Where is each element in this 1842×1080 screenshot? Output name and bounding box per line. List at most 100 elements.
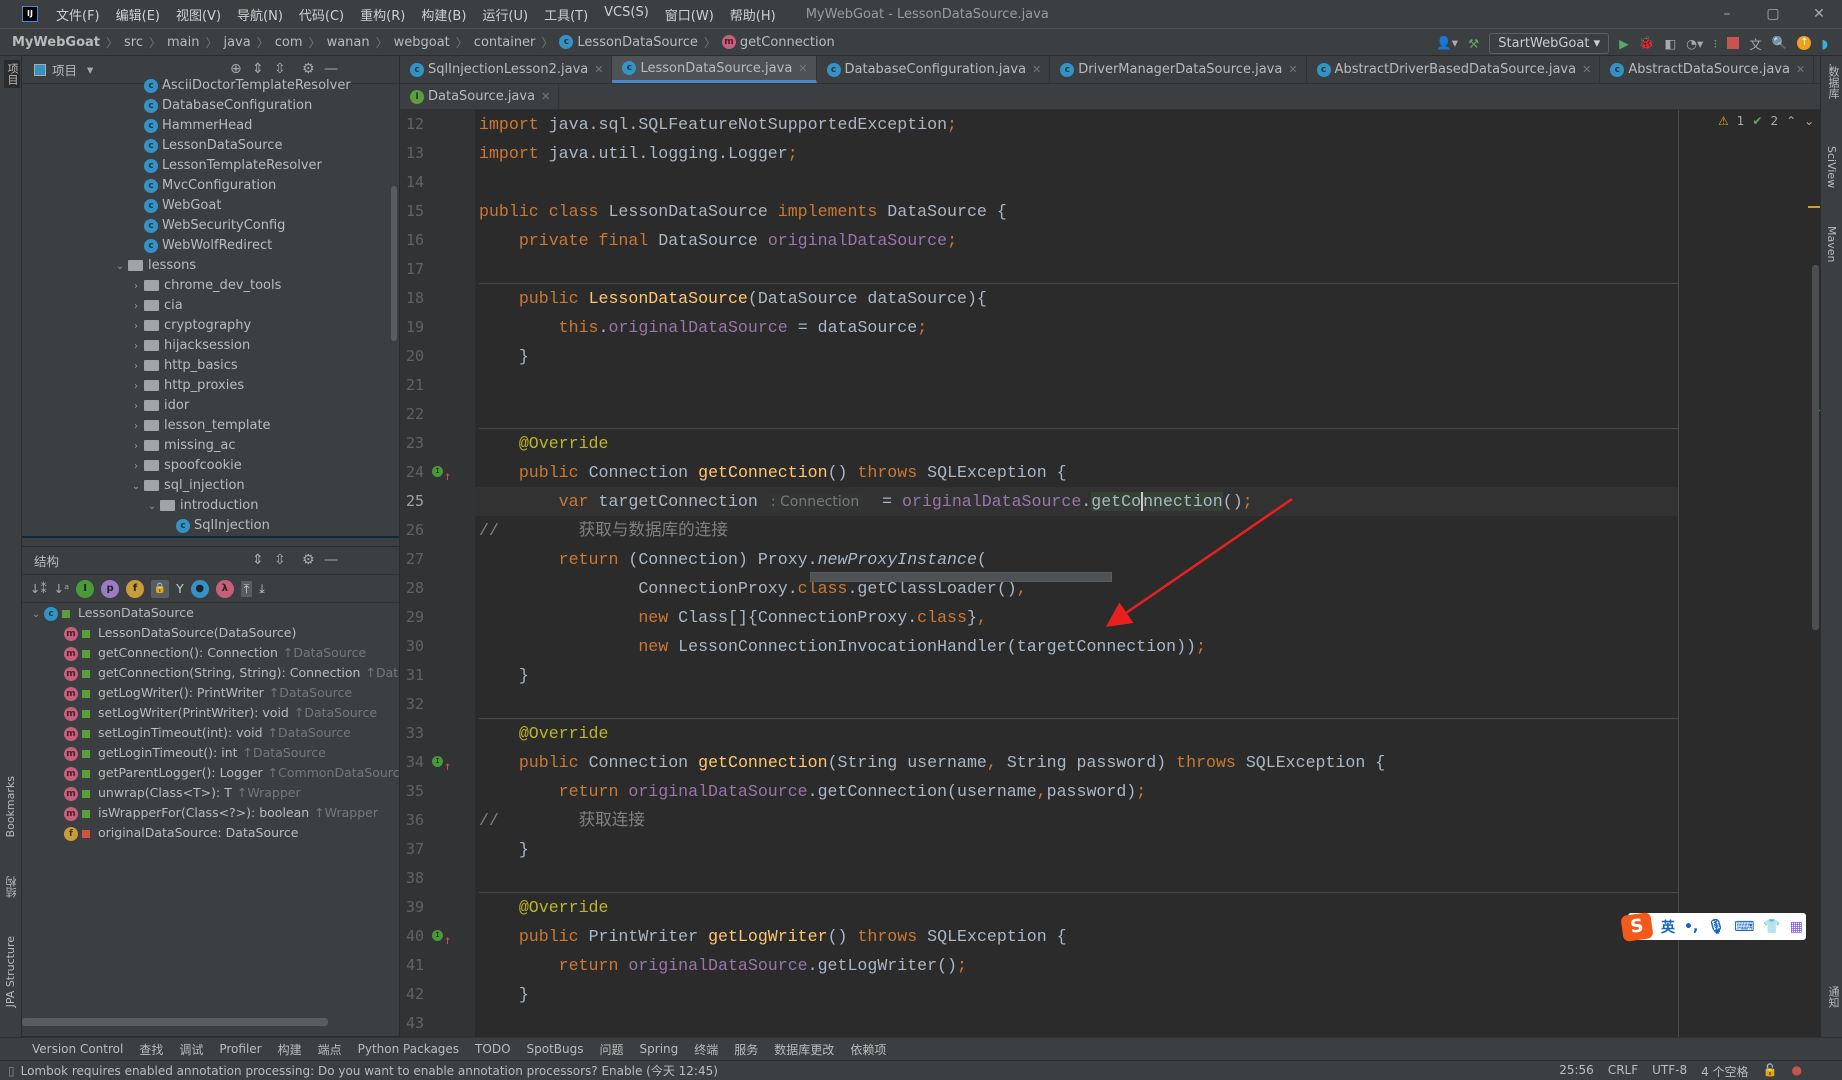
file-encoding[interactable]: UTF-8: [1652, 1063, 1687, 1080]
menu-item[interactable]: 编辑(E): [108, 5, 168, 24]
tree-item[interactable]: ⌄ lessons: [22, 256, 399, 276]
tool-window-button[interactable]: 依赖项: [850, 1041, 886, 1058]
editor-tab[interactable]: c SqlInjectionLesson2.java ✕: [400, 56, 613, 83]
coverage-icon[interactable]: ◧: [1664, 36, 1676, 51]
close-tab-icon[interactable]: ✕: [798, 62, 807, 75]
structure-item[interactable]: m getParentLogger(): Logger ↑CommonDataSou…: [22, 763, 399, 783]
close-window-button[interactable]: ✕: [1796, 0, 1842, 28]
implements-method-icon[interactable]: I: [432, 756, 443, 767]
tree-item[interactable]: cSqlInjectionLesson2: [22, 536, 399, 538]
tree-item[interactable]: c WebWolfRedirect: [22, 236, 399, 256]
expand-all-icon[interactable]: ⇕: [252, 61, 264, 77]
code-line[interactable]: [479, 864, 1678, 893]
tree-item[interactable]: c WebSecurityConfig: [22, 216, 399, 236]
structure-item[interactable]: m getConnection(String, String): Connecti…: [22, 663, 399, 683]
menu-item[interactable]: VCS(S): [596, 5, 657, 24]
show-fields-icon[interactable]: f: [126, 579, 145, 598]
menu-item[interactable]: 运行(U): [474, 5, 536, 24]
menu-item[interactable]: 重构(R): [352, 5, 413, 24]
ime-toolbar[interactable]: S 英 •, 🎙 ⌨ 👕 ▦: [1620, 911, 1806, 942]
tool-window-button[interactable]: 终端: [694, 1041, 718, 1058]
structure-item[interactable]: m isWrapperFor(Class<?>): boolean ↑Wrapper: [22, 803, 399, 823]
tree-item[interactable]: › http_basics: [22, 356, 399, 376]
apps-icon[interactable]: ▦: [1790, 919, 1803, 935]
show-implementations-icon[interactable]: Y: [176, 581, 184, 596]
tree-item[interactable]: › lesson_template: [22, 416, 399, 436]
menu-item[interactable]: 构建(B): [413, 5, 474, 24]
maximize-button[interactable]: ▢: [1750, 0, 1796, 28]
menu-item[interactable]: 帮助(H): [722, 5, 784, 24]
menu-item[interactable]: 代码(C): [291, 5, 352, 24]
tool-window-button[interactable]: Profiler: [219, 1042, 261, 1056]
bookmarks-tool-button[interactable]: Bookmarks: [4, 776, 17, 837]
breadcrumb-item[interactable]: main: [167, 35, 199, 50]
tree-item[interactable]: c WebGoat: [22, 196, 399, 216]
minimize-button[interactable]: –: [1704, 0, 1750, 28]
code-line[interactable]: this.originalDataSource = dataSource;: [479, 313, 1678, 342]
next-problem-icon[interactable]: ⌄: [1804, 114, 1814, 128]
tree-item[interactable]: ⌄ introduction: [22, 496, 399, 516]
structure-tool-button[interactable]: 结构: [4, 876, 20, 898]
tool-window-button[interactable]: Version Control: [32, 1042, 123, 1056]
structure-item[interactable]: m getLoginTimeout(): int ↑DataSource: [22, 743, 399, 763]
structure-item[interactable]: m setLoginTimeout(int): void ↑DataSource: [22, 723, 399, 743]
menu-item[interactable]: 导航(N): [229, 5, 291, 24]
caret-position[interactable]: 25:56: [1559, 1063, 1594, 1080]
menu-item[interactable]: 视图(V): [168, 5, 229, 24]
gear-icon[interactable]: ⚙: [302, 552, 315, 568]
more-tabs-icon[interactable]: ⋮: [1814, 56, 1842, 83]
code-line[interactable]: import java.util.logging.Logger;: [479, 139, 1678, 168]
show-non-public-icon[interactable]: 🔒: [151, 579, 170, 598]
tool-window-button[interactable]: Spring: [640, 1042, 679, 1056]
run-config-select[interactable]: StartWebGoat ▾: [1489, 32, 1610, 54]
lock-icon[interactable]: 🔓: [1763, 1063, 1778, 1080]
maven-tool-button[interactable]: Maven: [1825, 226, 1838, 262]
tree-item[interactable]: c LessonTemplateResolver: [22, 156, 399, 176]
debug-icon[interactable]: 🐞: [1639, 35, 1655, 51]
structure-item[interactable]: m unwrap(Class<T>): T ↑Wrapper: [22, 783, 399, 803]
tool-window-button[interactable]: TODO: [475, 1042, 510, 1056]
editor-scrollbar[interactable]: [1812, 265, 1819, 630]
chevron-right-icon[interactable]: ›: [128, 357, 144, 377]
profile-icon[interactable]: ◔▾: [1686, 36, 1703, 51]
show-properties-icon[interactable]: p: [101, 579, 120, 598]
tree-item[interactable]: c LessonDataSource: [22, 136, 399, 156]
breadcrumb-item[interactable]: container: [474, 35, 536, 50]
project-scrollbar[interactable]: [391, 186, 397, 341]
tool-window-button[interactable]: 端点: [318, 1041, 342, 1058]
editor-tab[interactable]: c DriverManagerDataSource.java ✕: [1050, 56, 1307, 83]
close-tab-icon[interactable]: ✕: [594, 63, 603, 76]
menu-item[interactable]: 工具(T): [536, 5, 596, 24]
warning-stripe[interactable]: [1808, 206, 1820, 208]
tool-window-button[interactable]: Python Packages: [358, 1042, 459, 1056]
user-icon[interactable]: 👤▾: [1436, 35, 1458, 51]
breadcrumb-item[interactable]: com: [275, 35, 303, 50]
sort-alpha-icon[interactable]: ↓ᵃ: [54, 581, 69, 596]
code-line[interactable]: public Connection getConnection() throws…: [479, 458, 1678, 487]
code-line[interactable]: public class LessonDataSource implements…: [479, 197, 1678, 226]
breadcrumb-item[interactable]: MyWebGoat: [12, 35, 100, 50]
collapse-all-icon[interactable]: ⇳: [274, 552, 286, 568]
tree-item[interactable]: › cia: [22, 296, 399, 316]
tree-item[interactable]: c SqlInjection: [22, 516, 399, 536]
chevron-down-icon[interactable]: ⌄: [144, 497, 160, 517]
event-icon[interactable]: ▯: [8, 1064, 15, 1078]
show-lambdas-icon[interactable]: λ: [215, 579, 234, 598]
tool-window-button[interactable]: 调试: [179, 1041, 203, 1058]
close-tab-icon[interactable]: ✕: [1582, 63, 1591, 76]
close-tab-icon[interactable]: ✕: [1796, 63, 1805, 76]
autoscroll-from-source-icon[interactable]: ⤓: [259, 581, 265, 597]
update-icon[interactable]: ↑: [1797, 36, 1812, 50]
plugin-icon[interactable]: ◗: [1821, 36, 1828, 51]
code-line[interactable]: new Class[]{ConnectionProxy.class},: [479, 603, 1678, 632]
tool-window-button[interactable]: SpotBugs: [527, 1042, 584, 1056]
code-line[interactable]: [479, 371, 1678, 400]
code-line[interactable]: new LessonConnectionInvocationHandler(ta…: [479, 632, 1678, 661]
code-line[interactable]: return originalDataSource.getConnection(…: [479, 777, 1678, 806]
tree-item[interactable]: › http_proxies: [22, 376, 399, 396]
tree-item[interactable]: › idor: [22, 396, 399, 416]
breadcrumb-item[interactable]: c LessonDataSource: [559, 35, 698, 50]
breadcrumb-item[interactable]: java: [224, 35, 251, 50]
structure-item[interactable]: m setLogWriter(PrintWriter): void ↑DataSou…: [22, 703, 399, 723]
editor-tab[interactable]: I DataSource.java ✕: [400, 84, 560, 109]
